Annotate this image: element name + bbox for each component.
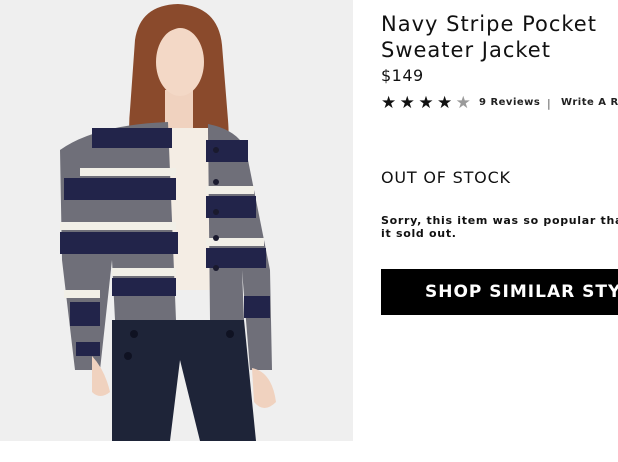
star-empty-icon: ★ [455,93,471,113]
product-price: $149 [381,66,424,85]
rating-separator: | [547,97,551,110]
star-rating[interactable]: ★ ★ ★ ★ ★ [381,93,471,113]
reviews-link[interactable]: 9 Reviews [479,97,540,108]
stock-status: OUT OF STOCK [381,168,511,187]
product-info-panel: Navy Stripe Pocket Sweater Jacket $149 ★… [381,0,618,462]
star-filled-icon: ★ [399,93,415,113]
product-title-line-2: Sweater Jacket [381,38,551,62]
product-title-line-1: Navy Stripe Pocket [381,12,597,36]
model-photo [0,0,353,441]
star-filled-icon: ★ [418,93,433,113]
star-filled-icon: ★ [381,93,396,113]
rating-row: ★ ★ ★ ★ ★ 9 Reviews | Write A Review [381,93,618,113]
star-filled-icon: ★ [436,93,452,113]
product-title: Navy Stripe Pocket Sweater Jacket [381,11,618,63]
shop-similar-button[interactable]: SHOP SIMILAR STYLES [381,269,618,315]
product-image[interactable] [0,0,353,441]
write-review-link[interactable]: Write A Review [561,97,618,108]
sold-out-message: Sorry, this item was so popular that it … [381,214,618,240]
